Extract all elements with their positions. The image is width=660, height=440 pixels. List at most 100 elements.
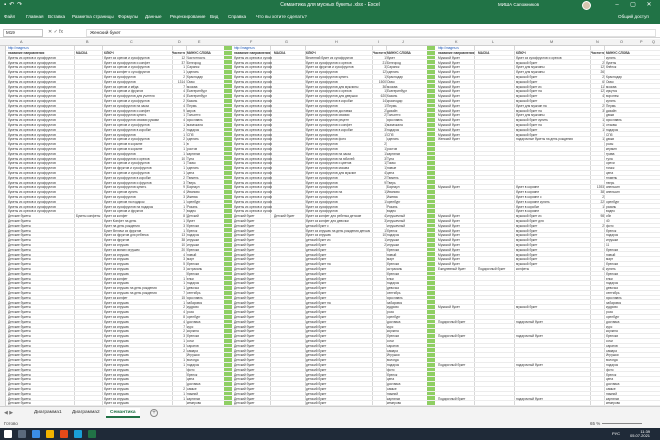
table-cell[interactable]: 3 [591,109,604,113]
table-cell[interactable]: Детский букет [234,305,272,309]
table-cell[interactable]: Томск [387,161,431,165]
table-cell[interactable]: 2 [172,176,185,180]
column-title[interactable]: МАСКА [478,51,514,55]
table-cell[interactable]: детский букет [306,267,370,271]
table-cell[interactable]: мужской букет купить [516,118,590,122]
table-cell[interactable]: букет из орехов в корзине [104,147,170,151]
table-cell[interactable]: брелок [606,229,656,233]
table-cell[interactable]: букет из сухофруктов [306,70,370,74]
table-cell[interactable]: букет из игрушек [104,334,170,338]
table-cell[interactable]: Детский букет [234,233,272,237]
table-cell[interactable]: детский букет [306,373,370,377]
table-cell[interactable]: Иваново [387,190,431,194]
table-cell[interactable]: букет из сухофруктов для учителя [104,94,170,98]
table-cell[interactable]: букеты из орехов и сухофруктов [234,133,272,137]
table-cell[interactable]: игрушечный [387,214,431,218]
table-cell[interactable]: мужской букет [516,75,590,79]
tab-review[interactable]: Рецензирование [170,14,205,19]
table-cell[interactable]: Мужской букет [438,65,476,69]
table-cell[interactable]: махачкала [187,123,227,127]
table-cell[interactable]: москва [187,85,227,89]
table-cell[interactable]: сочи [387,339,431,343]
table-cell[interactable]: детский букет [306,286,370,290]
table-cell[interactable]: детский букет [306,277,370,281]
table-cell[interactable]: детский букет [306,272,370,276]
table-cell[interactable]: Детский букет [234,315,272,319]
table-cell[interactable]: 2 [591,61,604,65]
table-cell[interactable]: отзывы [606,123,656,127]
table-cell[interactable]: брелоки [606,272,656,276]
table-cell[interactable]: 3 [172,224,185,228]
column-header[interactable]: K [455,40,458,44]
table-cell[interactable]: букет из сухофруктов рецепт [306,118,370,122]
table-cell[interactable]: букет из сухофруктов и орехов [306,61,370,65]
table-cell[interactable]: самара [187,349,227,353]
table-cell[interactable]: 1 [373,200,386,204]
column-header[interactable]: E [198,40,201,44]
table-cell[interactable]: сделать [187,166,227,170]
table-cell[interactable]: букет для мужчин на [516,104,590,108]
table-cell[interactable]: букеты из орехов и сухофруктов [8,80,74,84]
name-box[interactable]: M19 [3,29,43,37]
table-cell[interactable]: кудрово [387,305,431,309]
table-cell[interactable]: букет из фруктов и сухофруктов [306,65,370,69]
table-cell[interactable]: букеты из орехов и сухофруктов [8,200,74,204]
table-cell[interactable]: дизайн [387,109,431,113]
table-cell[interactable]: Детский букет [234,291,272,295]
table-cell[interactable]: СПб [187,133,227,137]
table-cell[interactable]: подарочный букет [516,320,590,324]
table-cell[interactable]: Букет Величи из фруктов [104,229,170,233]
sheet-tab-diagram2[interactable]: Диаграмма2 [68,408,104,418]
folder-icon[interactable] [46,430,54,438]
table-cell[interactable]: букет в корзине купить [516,200,590,204]
table-cell[interactable]: букеты из орехов и сухофруктов [234,123,272,127]
column-title[interactable]: КЛЮЧ [516,51,590,55]
column-header[interactable]: J [402,40,404,44]
table-cell[interactable]: букет из орехов и мёда [104,85,170,89]
minimize-button[interactable]: – [610,0,624,11]
table-cell[interactable]: букет из сухофруктов на заказ [104,104,170,108]
table-cell[interactable]: Детские букеты [8,229,74,233]
table-cell[interactable]: ярославль [606,296,656,300]
table-cell[interactable]: букет из сухофруктов [306,142,370,146]
table-cell[interactable]: Тюмень [187,176,227,180]
table-cell[interactable]: букеты из орехов и сухофруктов [234,99,272,103]
table-cell[interactable]: букеты из орехов и сухофруктов [8,137,74,141]
table-cell[interactable]: Мужской букет [438,123,476,127]
table-cell[interactable]: Игрушки [387,353,431,357]
table-cell[interactable]: мужской букет [516,224,590,228]
excel-icon[interactable] [88,430,96,438]
table-cell[interactable]: 1 [172,339,185,343]
table-cell[interactable]: Детский [187,214,227,218]
table-cell[interactable]: нижний [606,392,656,396]
maximize-button[interactable]: ▢ [626,0,640,11]
table-cell[interactable]: букет из сухофруктов для девушки [306,94,370,98]
table-cell[interactable]: мужской букет для [516,219,590,223]
table-cell[interactable]: букет из сухофруктов и орехов [516,56,590,60]
table-cell[interactable]: Мужской букет [438,233,476,237]
table-cell[interactable]: Детский букет [234,262,272,266]
table-cell[interactable]: самые [606,387,656,391]
table-cell[interactable]: елки [387,277,431,281]
url-cell[interactable]: http://mages.ru [234,46,255,50]
table-cell[interactable]: подарок [387,233,431,237]
table-cell[interactable]: сбп [606,214,656,218]
table-cell[interactable]: оренбург [387,200,431,204]
table-cell[interactable]: Детский букет [234,286,272,290]
table-cell[interactable]: 3 [373,128,386,132]
table-cell[interactable]: 13 [172,233,185,237]
clock[interactable]: 11:39 05.07.2021 [630,430,650,438]
table-cell[interactable]: Тула [387,157,431,161]
table-cell[interactable]: Детский букет [234,277,272,281]
table-cell[interactable]: букет из мягких игрушек [104,248,170,252]
table-cell[interactable]: Детский букет [234,320,272,324]
column-header[interactable]: Q [652,40,655,44]
table-cell[interactable]: детский букет [306,401,370,405]
table-cell[interactable]: букет в корзине [516,209,590,213]
table-cell[interactable]: Мужской букет [438,185,476,189]
table-cell[interactable]: сделать [387,70,431,74]
table-cell[interactable]: Пермь [187,104,227,108]
table-cell[interactable]: ярославль [387,118,431,122]
table-cell[interactable]: букет из конфет для ребенка детские [306,214,370,218]
table-cell[interactable]: новые [387,166,431,170]
